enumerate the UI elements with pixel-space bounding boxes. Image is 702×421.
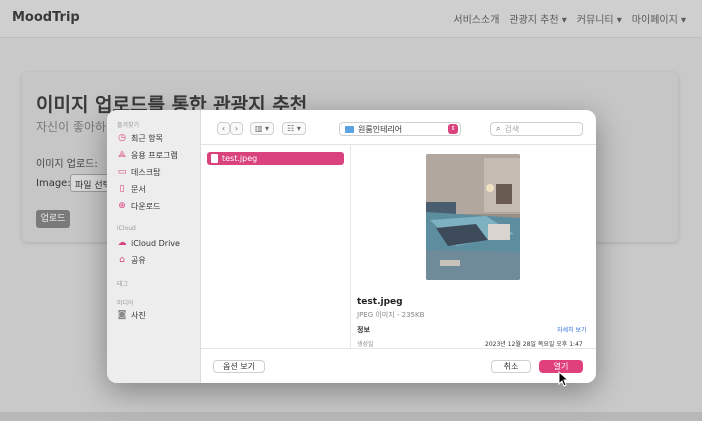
nav-link-about[interactable]: 서비스소개 [453,11,499,26]
clock-icon: ◷ [118,133,126,143]
sidebar-item-desktop[interactable]: ▭ 데스크탑 [117,167,161,178]
sidebar-item-label: 데스크탑 [131,168,161,177]
preview-info-heading: 정보 [357,326,370,334]
upload-submit-button[interactable]: 업로드 [36,210,70,228]
bedroom-photo-image [426,154,520,280]
forward-button[interactable]: › [230,122,243,135]
preview-filetype: JPEG 이미지 - 235KB [357,311,425,319]
sidebar-item-downloads[interactable]: ⊕ 다운로드 [117,201,160,212]
file-item-selected[interactable]: test.jpeg [207,152,344,165]
search-field[interactable]: ⌕ 검색 [490,122,583,136]
nav-links: 서비스소개 관광지 추천 ▾ 커뮤니티 ▾ 마이페이지 ▾ [453,11,686,26]
nav-link-community[interactable]: 커뮤니티 ▾ [577,11,622,26]
preview-filename: test.jpeg [357,297,403,307]
bottom-strip [0,412,702,421]
sidebar-item-applications[interactable]: ⟁ 응용 프로그램 [117,150,178,161]
applications-icon: ⟁ [117,150,127,160]
nav-link-recommend[interactable]: 관광지 추천 ▾ [509,11,566,26]
created-label: 생성일 [357,341,374,348]
document-icon: ▯ [119,184,125,194]
file-open-dialog: 즐겨찾기 ◷ 최근 항목 ⟁ 응용 프로그램 ▭ 데스크탑 ▯ 문서 ⊕ 다운로… [107,110,596,383]
cancel-button[interactable]: 취소 [491,360,531,373]
show-options-button[interactable]: 옵션 보기 [213,360,265,373]
view-columns-button[interactable]: ▥ ▾ [250,122,274,135]
shared-folder-icon: ⌂ [119,255,125,265]
search-icon: ⌕ [496,124,501,133]
sidebar-item-label: 최근 항목 [131,134,163,143]
sidebar-item-label: 공유 [131,256,146,265]
group-button[interactable]: ☷ ▾ [282,122,306,135]
sidebar-item-documents[interactable]: ▯ 문서 [117,184,146,195]
created-value: 2023년 12월 28일 목요일 오후 1:47 [485,341,583,348]
chevron-updown-icon: ⇕ [448,124,458,134]
sidebar-item-label: 문서 [131,185,146,194]
sidebar-item-label: 사진 [131,311,146,320]
sidebar-heading-icloud: iCloud [117,225,136,232]
camera-icon: ◙ [117,310,127,320]
sidebar-item-recents[interactable]: ◷ 최근 항목 [117,133,163,144]
location-label: 원룸인테리어 [358,124,403,134]
dialog-sidebar: 즐겨찾기 ◷ 최근 항목 ⟁ 응용 프로그램 ▭ 데스크탑 ▯ 문서 ⊕ 다운로… [107,110,201,383]
sidebar-item-label: 다운로드 [131,202,161,211]
file-list: test.jpeg [201,145,351,348]
download-icon: ⊕ [118,201,126,211]
upload-label: 이미지 업로드: [36,159,98,170]
sidebar-item-photos[interactable]: ◙ 사진 [117,310,146,321]
sidebar-item-label: iCloud Drive [131,238,180,248]
search-placeholder: 검색 [504,124,520,134]
nav-link-mypage[interactable]: 마이페이지 ▾ [632,11,686,26]
back-button[interactable]: ‹ [217,122,230,135]
top-navbar: MoodTrip 서비스소개 관광지 추천 ▾ 커뮤니티 ▾ 마이페이지 ▾ [0,0,702,38]
desktop-icon: ▭ [117,167,127,177]
preview-thumbnail [426,154,520,280]
sidebar-heading-favorites: 즐겨찾기 [117,122,140,129]
sidebar-heading-media: 미디어 [117,300,134,307]
sidebar-item-label: 응용 프로그램 [131,151,178,160]
site-logo[interactable]: MoodTrip [12,10,80,25]
dialog-footer: 옵션 보기 취소 열기 [201,348,596,383]
file-item-name: test.jpeg [222,154,258,163]
folder-icon [345,125,354,133]
page-subtitle: 자신이 좋아하 [36,120,107,134]
sidebar-item-icloud-drive[interactable]: ☁ iCloud Drive [117,238,180,248]
mouse-cursor-icon [558,371,570,387]
cloud-icon: ☁ [117,237,127,248]
image-file-icon [211,154,218,163]
sidebar-item-shared[interactable]: ⌂ 공유 [117,255,146,266]
image-label: Image: [36,178,71,189]
sidebar-heading-tags: 태그 [117,281,129,288]
location-select[interactable]: 원룸인테리어 ⇕ [339,122,461,136]
show-more-link[interactable]: 자세히 보기 [557,325,587,334]
